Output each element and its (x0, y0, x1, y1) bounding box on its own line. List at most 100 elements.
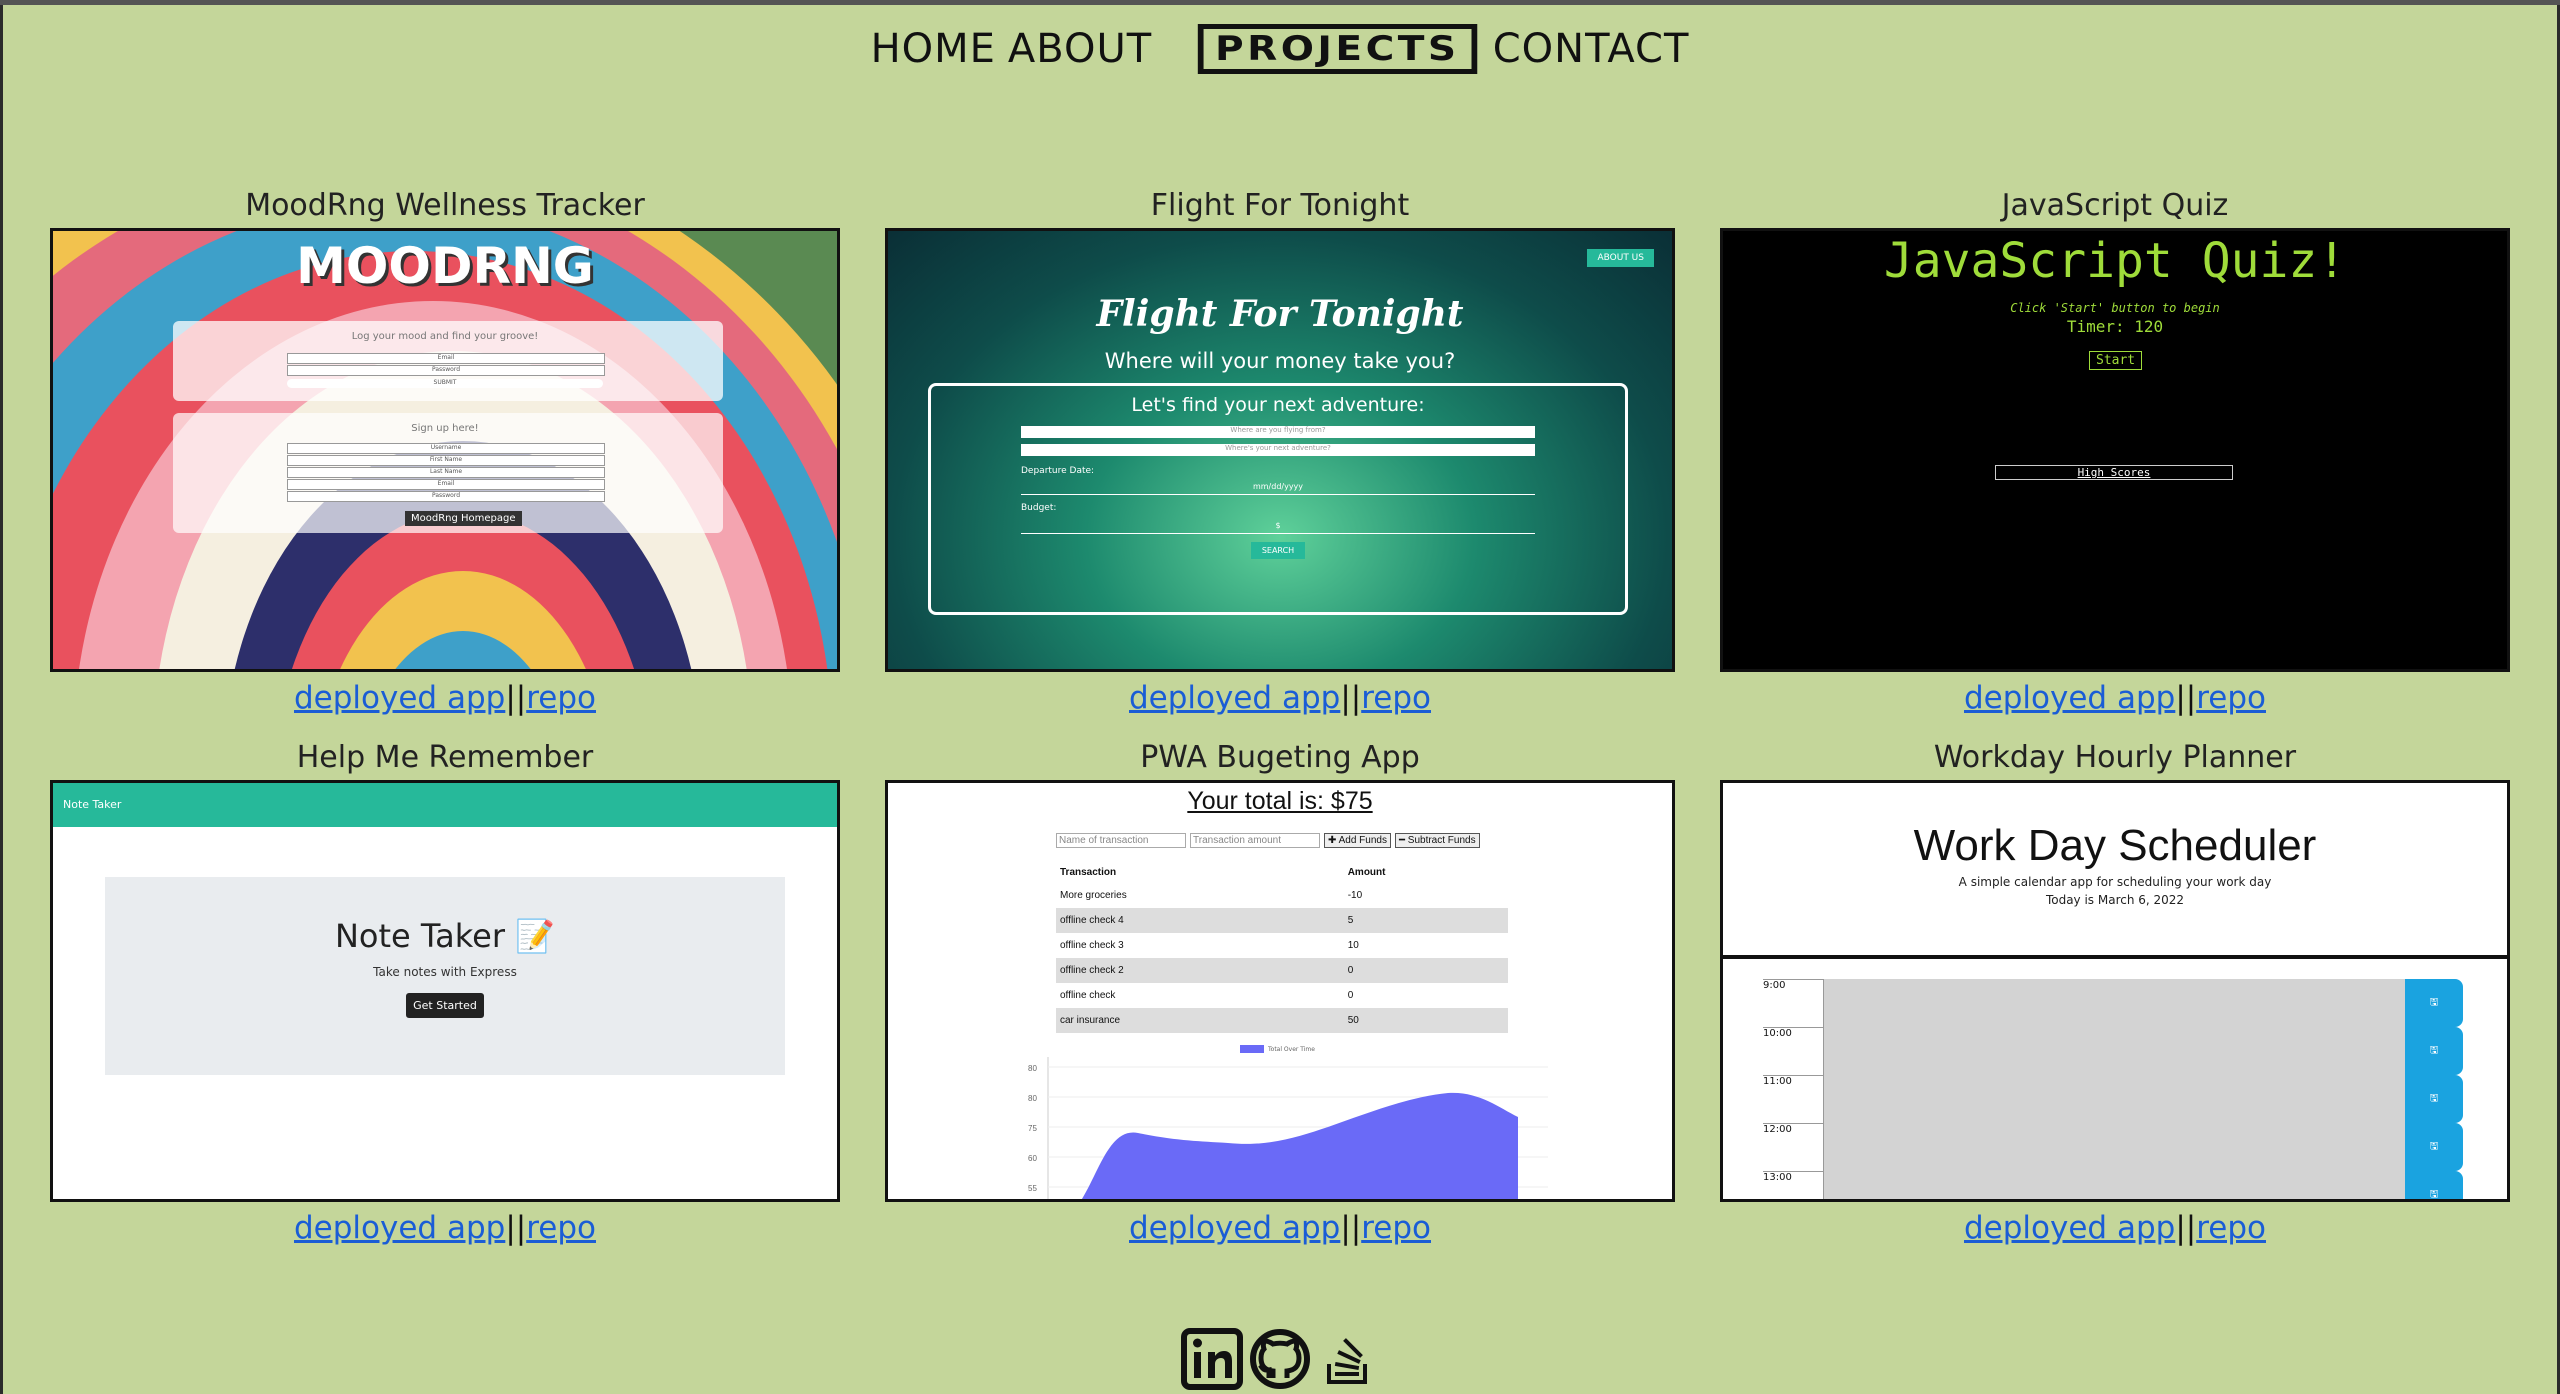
scheduler-textarea (1823, 1123, 2405, 1171)
deployed-app-link[interactable]: deployed app (1129, 680, 1340, 716)
budget-add-button: ✚ Add Funds (1324, 833, 1391, 848)
budget-ytick: 60 (1028, 1154, 1037, 1163)
repo-link[interactable]: repo (1361, 1210, 1431, 1246)
project-screenshot[interactable]: Work Day Scheduler A simple calendar app… (1720, 780, 2510, 1202)
scheduler-divider (1723, 955, 2507, 959)
project-title: Help Me Remember (296, 740, 594, 775)
deployed-app-link[interactable]: deployed app (294, 1210, 505, 1246)
project-screenshot[interactable]: Note Taker Note Taker 📝 Take notes with … (50, 780, 840, 1202)
save-icon: 🖫 (2405, 1027, 2463, 1075)
project-title: PWA Bugeting App (1140, 740, 1420, 775)
project-links: deployed app||repo (885, 680, 1675, 716)
budget-row-transaction: offline check 3 (1060, 940, 1124, 951)
scheduler-row: 13:00 🖫 (1763, 1171, 2463, 1199)
budget-row-amount: 0 (1347, 965, 1354, 976)
moodrng-password-field: Password (287, 365, 605, 376)
scheduler-row: 9:00 🖫 (1763, 979, 2463, 1027)
moodrng-login-prompt: Log your mood and find your groove! (351, 331, 539, 342)
budget-name-input: Name of transaction (1056, 833, 1186, 848)
flight-subheading: Where will your money take you? (1104, 349, 1456, 373)
github-icon[interactable] (1249, 1328, 1311, 1394)
save-icon: 🖫 (2405, 979, 2463, 1027)
notetaker-navbar: Note Taker (53, 783, 837, 827)
link-separator: || (1340, 1210, 1362, 1246)
notetaker-jumbotron: Note Taker 📝 Take notes with Express Get… (105, 877, 785, 1075)
scheduler-hour: 12:00 (1763, 1123, 1823, 1171)
project-card: Flight For Tonight ABOUT US Flight For T… (885, 188, 1675, 716)
notetaker-heading: Note Taker 📝 (334, 917, 556, 955)
budget-row-amount: 10 (1347, 940, 1359, 951)
flight-to-select: Where's your next adventure? (1021, 444, 1535, 456)
project-screenshot[interactable]: JavaScript Quiz! Click 'Start' button to… (1720, 228, 2510, 672)
scheduler-textarea (1823, 1075, 2405, 1123)
budget-row-transaction: More groceries (1060, 890, 1127, 901)
nav-contact[interactable]: CONTACT (1487, 26, 1696, 72)
notetaker-get-started: Get Started (406, 993, 484, 1018)
project-links: deployed app||repo (1720, 680, 2510, 716)
moodrng-username-field: Username (287, 443, 605, 454)
social-footer (0, 1314, 2560, 1394)
project-title: MoodRng Wellness Tracker (245, 188, 645, 223)
deployed-app-link[interactable]: deployed app (1964, 680, 2175, 716)
budget-chart-legend: Total Over Time (1240, 1045, 1315, 1053)
scheduler-heading: Work Day Scheduler (1913, 821, 2317, 870)
moodrng-submit: SUBMIT (287, 379, 603, 388)
quiz-start-button: Start (2089, 351, 2143, 370)
budget-col-amount: Amount (1347, 866, 1386, 878)
budget-row-amount: 50 (1347, 1015, 1359, 1026)
legend-swatch (1240, 1045, 1264, 1053)
repo-link[interactable]: repo (526, 680, 596, 716)
repo-link[interactable]: repo (2196, 680, 2266, 716)
budget-row-amount: 5 (1347, 915, 1354, 926)
budget-row-transaction: offline check (1060, 990, 1116, 1001)
budget-row-transaction: offline check 2 (1060, 965, 1124, 976)
budget-row-transaction: offline check 4 (1060, 915, 1124, 926)
repo-link[interactable]: repo (526, 1210, 596, 1246)
budget-amount-input: Transaction amount (1190, 833, 1320, 848)
deployed-app-link[interactable]: deployed app (294, 680, 505, 716)
flight-budget-label: Budget: (1021, 503, 1057, 513)
save-icon: 🖫 (2405, 1075, 2463, 1123)
budget-ytick: 55 (1028, 1184, 1037, 1193)
nav-home[interactable]: HOME (865, 26, 1002, 72)
link-separator: || (2175, 680, 2197, 716)
linkedin-icon[interactable] (1181, 1328, 1243, 1394)
deployed-app-link[interactable]: deployed app (1129, 1210, 1340, 1246)
project-links: deployed app||repo (885, 1210, 1675, 1246)
moodrng-first-field: First Name (287, 455, 605, 466)
project-title: JavaScript Quiz (2001, 188, 2229, 223)
link-separator: || (505, 1210, 527, 1246)
project-card: Workday Hourly Planner Work Day Schedule… (1720, 740, 2510, 1246)
repo-link[interactable]: repo (2196, 1210, 2266, 1246)
budget-col-transaction: Transaction (1060, 866, 1117, 878)
moodrng-email2-field: Email (287, 479, 605, 490)
save-icon: 🖫 (2405, 1171, 2463, 1199)
nav-about[interactable]: ABOUT (1002, 26, 1158, 72)
budget-ytick: 75 (1028, 1124, 1037, 1133)
repo-link[interactable]: repo (1361, 680, 1431, 716)
flight-budget-input: $ (1021, 521, 1535, 534)
deployed-app-link[interactable]: deployed app (1964, 1210, 2175, 1246)
moodrng-last-field: Last Name (287, 467, 605, 478)
flight-search-button: SEARCH (1251, 542, 1305, 559)
flight-departure-label: Departure Date: (1021, 466, 1095, 476)
budget-chart: 80 80 75 60 55 (1028, 1057, 1548, 1199)
scheduler-hour: 10:00 (1763, 1027, 1823, 1075)
link-separator: || (505, 680, 527, 716)
main-nav: HOME ABOUT PROJECTS CONTACT (0, 24, 2560, 74)
project-card: JavaScript Quiz JavaScript Quiz! Click '… (1720, 188, 2510, 716)
budget-total: Your total is: $75 (1187, 787, 1373, 815)
stackoverflow-icon[interactable] (1317, 1328, 1379, 1394)
budget-row-amount: -10 (1347, 890, 1363, 901)
project-links: deployed app||repo (50, 1210, 840, 1246)
notetaker-subheading: Take notes with Express (373, 965, 517, 979)
moodrng-logo: MOODRNG (296, 237, 594, 295)
nav-projects[interactable]: PROJECTS (1198, 24, 1477, 74)
window-top-border (0, 0, 2560, 5)
project-screenshot[interactable]: MOODRNG Log your mood and find your groo… (50, 228, 840, 672)
moodrng-password2-field: Password (287, 491, 605, 502)
project-screenshot[interactable]: ABOUT US Flight For Tonight Where will y… (885, 228, 1675, 672)
project-title: Flight For Tonight (1150, 188, 1410, 223)
project-screenshot[interactable]: Your total is: $75 Name of transaction T… (885, 780, 1675, 1202)
quiz-high-scores: High Scores (1995, 465, 2233, 480)
